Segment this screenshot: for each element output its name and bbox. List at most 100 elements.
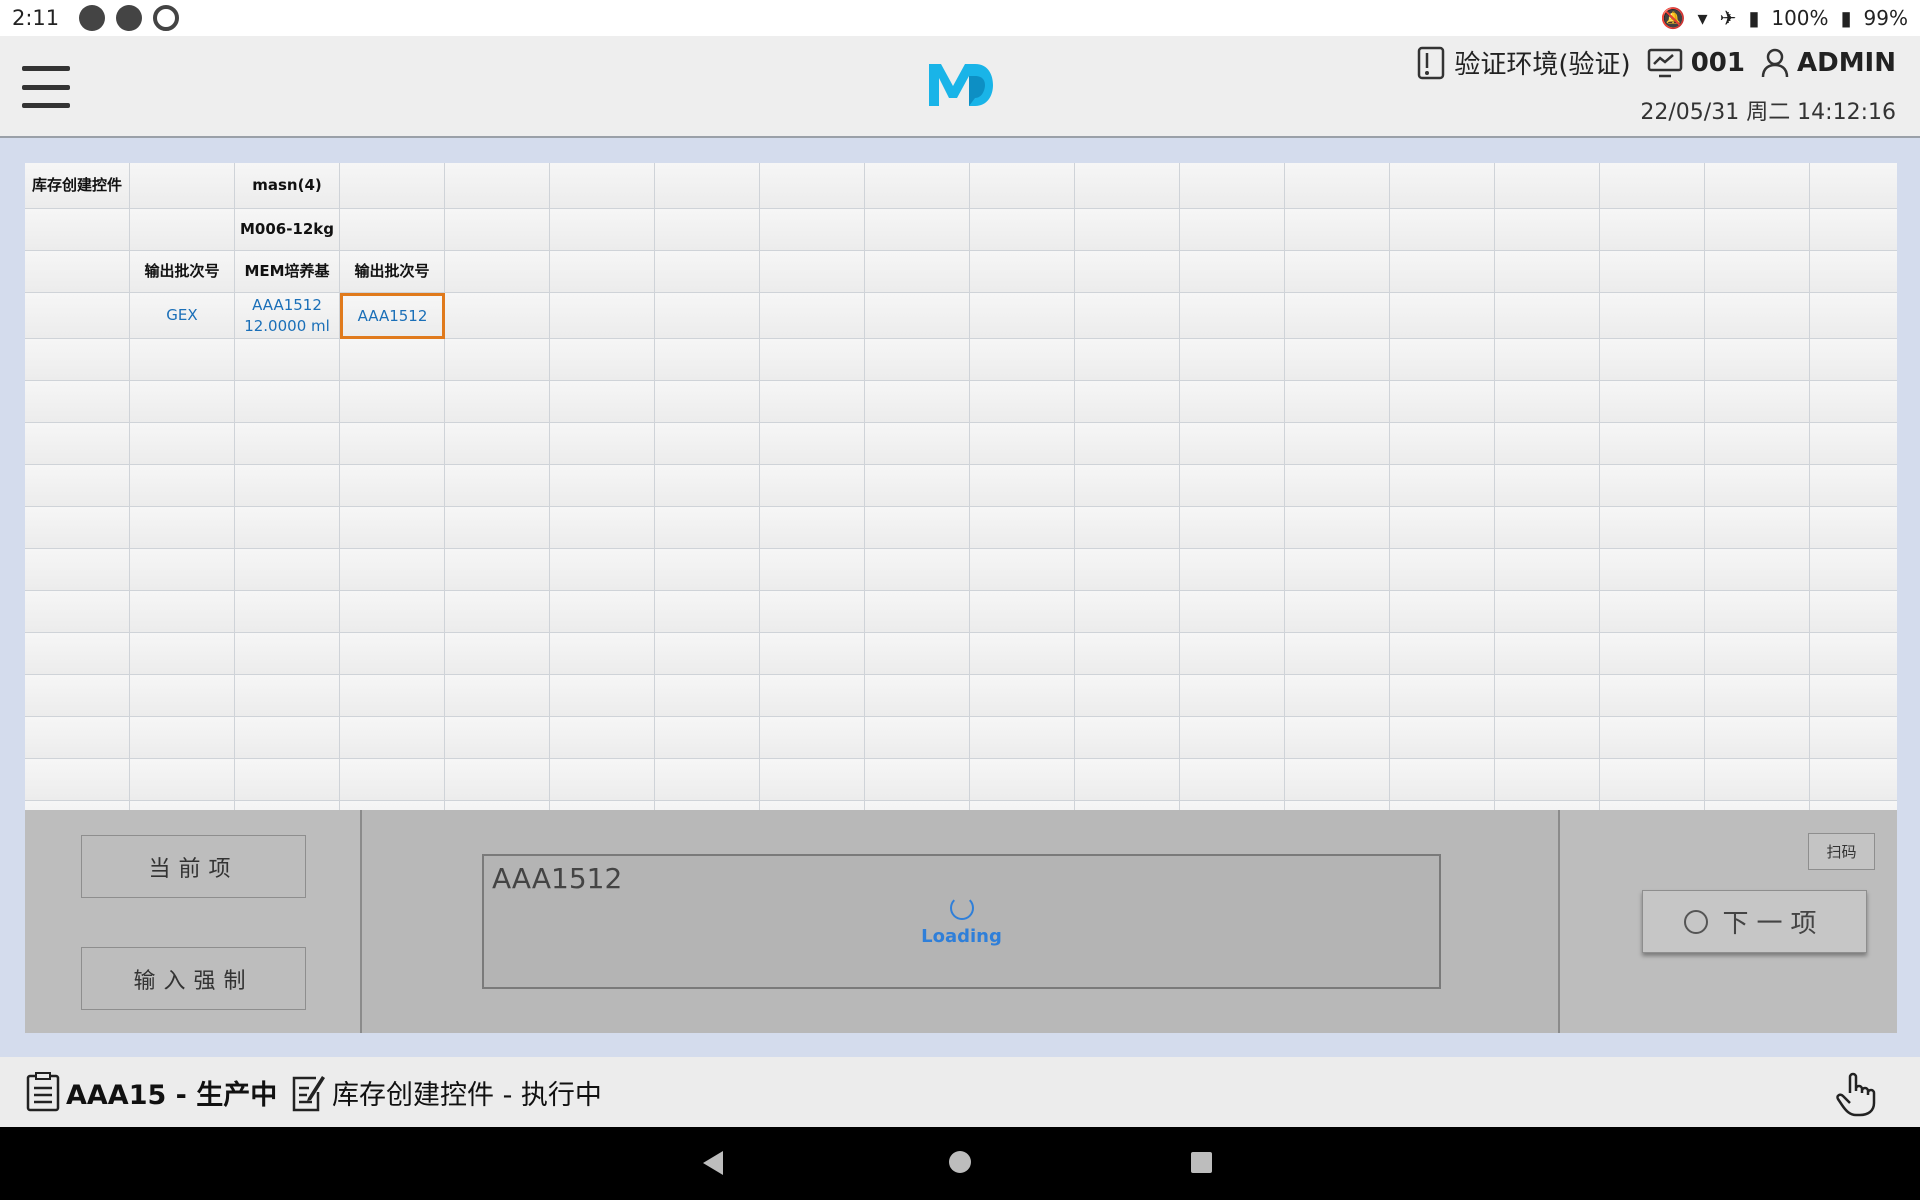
grid-cell[interactable] [1075,163,1180,209]
grid-cell[interactable]: 库存创建控件 [25,163,130,209]
grid-cell[interactable]: M006-12kg [235,209,340,251]
grid-cell[interactable] [25,465,130,507]
grid-cell[interactable] [655,801,760,810]
grid-cell[interactable] [1600,549,1705,591]
grid-cell[interactable] [1810,591,1897,633]
grid-cell[interactable] [340,801,445,810]
grid-cell[interactable] [1705,507,1810,549]
grid-cell[interactable] [550,339,655,381]
grid-cell[interactable] [550,423,655,465]
grid-cell[interactable] [235,381,340,423]
grid-cell[interactable] [1075,339,1180,381]
grid-cell[interactable] [445,465,550,507]
grid-cell[interactable] [235,591,340,633]
terminal-indicator[interactable]: 001 [1647,48,1745,78]
grid-cell[interactable] [1390,675,1495,717]
grid-cell[interactable] [445,251,550,293]
grid-cell[interactable] [655,251,760,293]
scan-input-field[interactable]: AAA1512 Loading [482,854,1441,989]
grid-cell[interactable] [1075,251,1180,293]
user-indicator[interactable]: ADMIN [1761,48,1896,78]
environment-indicator[interactable]: 验证环境(验证) [1416,44,1631,81]
grid-cell[interactable] [865,675,970,717]
grid-cell[interactable] [1495,381,1600,423]
grid-cell[interactable] [25,423,130,465]
grid-cell[interactable] [760,507,865,549]
grid-cell[interactable] [445,549,550,591]
hamburger-menu-icon[interactable] [22,66,70,108]
grid-cell[interactable] [760,251,865,293]
grid-cell[interactable] [655,163,760,209]
grid-cell[interactable] [130,591,235,633]
grid-cell[interactable] [970,633,1075,675]
grid-cell[interactable] [1390,293,1495,339]
grid-cell[interactable] [1495,251,1600,293]
grid-cell[interactable] [970,507,1075,549]
grid-cell[interactable] [235,423,340,465]
grid-cell[interactable] [1705,339,1810,381]
grid-cell[interactable] [130,423,235,465]
grid-cell[interactable] [1600,293,1705,339]
grid-cell[interactable] [1810,381,1897,423]
grid-cell[interactable] [1600,339,1705,381]
grid-cell[interactable] [1600,209,1705,251]
grid-cell[interactable] [970,549,1075,591]
grid-cell[interactable] [1285,507,1390,549]
grid-cell[interactable] [550,465,655,507]
grid-cell[interactable] [340,507,445,549]
grid-cell[interactable] [1285,163,1390,209]
grid-cell[interactable] [25,293,130,339]
grid-cell[interactable] [1495,209,1600,251]
grid-cell[interactable] [1495,801,1600,810]
grid-cell[interactable] [1495,507,1600,549]
grid-cell[interactable] [1810,759,1897,801]
grid-cell[interactable] [970,717,1075,759]
grid-cell[interactable] [235,633,340,675]
grid-cell[interactable] [1180,251,1285,293]
grid-cell[interactable] [1180,465,1285,507]
touch-hand-icon[interactable] [1834,1069,1880,1117]
grid-cell[interactable] [1810,717,1897,759]
grid-cell[interactable] [340,549,445,591]
grid-cell[interactable]: 输出批次号 [340,251,445,293]
grid-cell[interactable] [130,675,235,717]
grid-cell[interactable] [445,675,550,717]
grid-cell[interactable] [1180,549,1285,591]
grid-cell[interactable] [1285,251,1390,293]
grid-cell[interactable] [1705,465,1810,507]
grid-cell[interactable] [1705,633,1810,675]
grid-cell[interactable] [1495,293,1600,339]
grid-cell[interactable] [235,759,340,801]
grid-cell[interactable] [340,381,445,423]
grid-cell[interactable] [1705,163,1810,209]
grid-cell[interactable] [130,339,235,381]
grid-cell[interactable] [1180,293,1285,339]
grid-cell[interactable] [340,675,445,717]
grid-cell[interactable] [1600,381,1705,423]
grid-cell[interactable] [970,465,1075,507]
grid-cell[interactable] [1495,423,1600,465]
grid-cell[interactable] [970,339,1075,381]
grid-cell[interactable] [445,717,550,759]
grid-cell[interactable] [865,591,970,633]
grid-cell[interactable] [1705,591,1810,633]
grid-cell[interactable] [340,339,445,381]
grid-cell[interactable]: AAA1512 12.0000 ml [235,293,340,339]
grid-cell[interactable] [130,549,235,591]
grid-cell[interactable] [1285,423,1390,465]
grid-cell[interactable] [655,759,760,801]
grid-cell[interactable] [1180,675,1285,717]
grid-cell[interactable] [445,209,550,251]
grid-cell[interactable] [970,251,1075,293]
grid-cell[interactable] [550,717,655,759]
current-item-button[interactable]: 当前项 [81,835,306,898]
grid-cell[interactable] [1600,591,1705,633]
grid-cell[interactable] [1705,717,1810,759]
grid-cell[interactable] [340,465,445,507]
grid-cell[interactable] [970,423,1075,465]
grid-cell[interactable] [25,549,130,591]
grid-cell[interactable] [550,293,655,339]
grid-cell[interactable] [1705,675,1810,717]
grid-cell[interactable] [1495,675,1600,717]
grid-cell[interactable] [340,423,445,465]
